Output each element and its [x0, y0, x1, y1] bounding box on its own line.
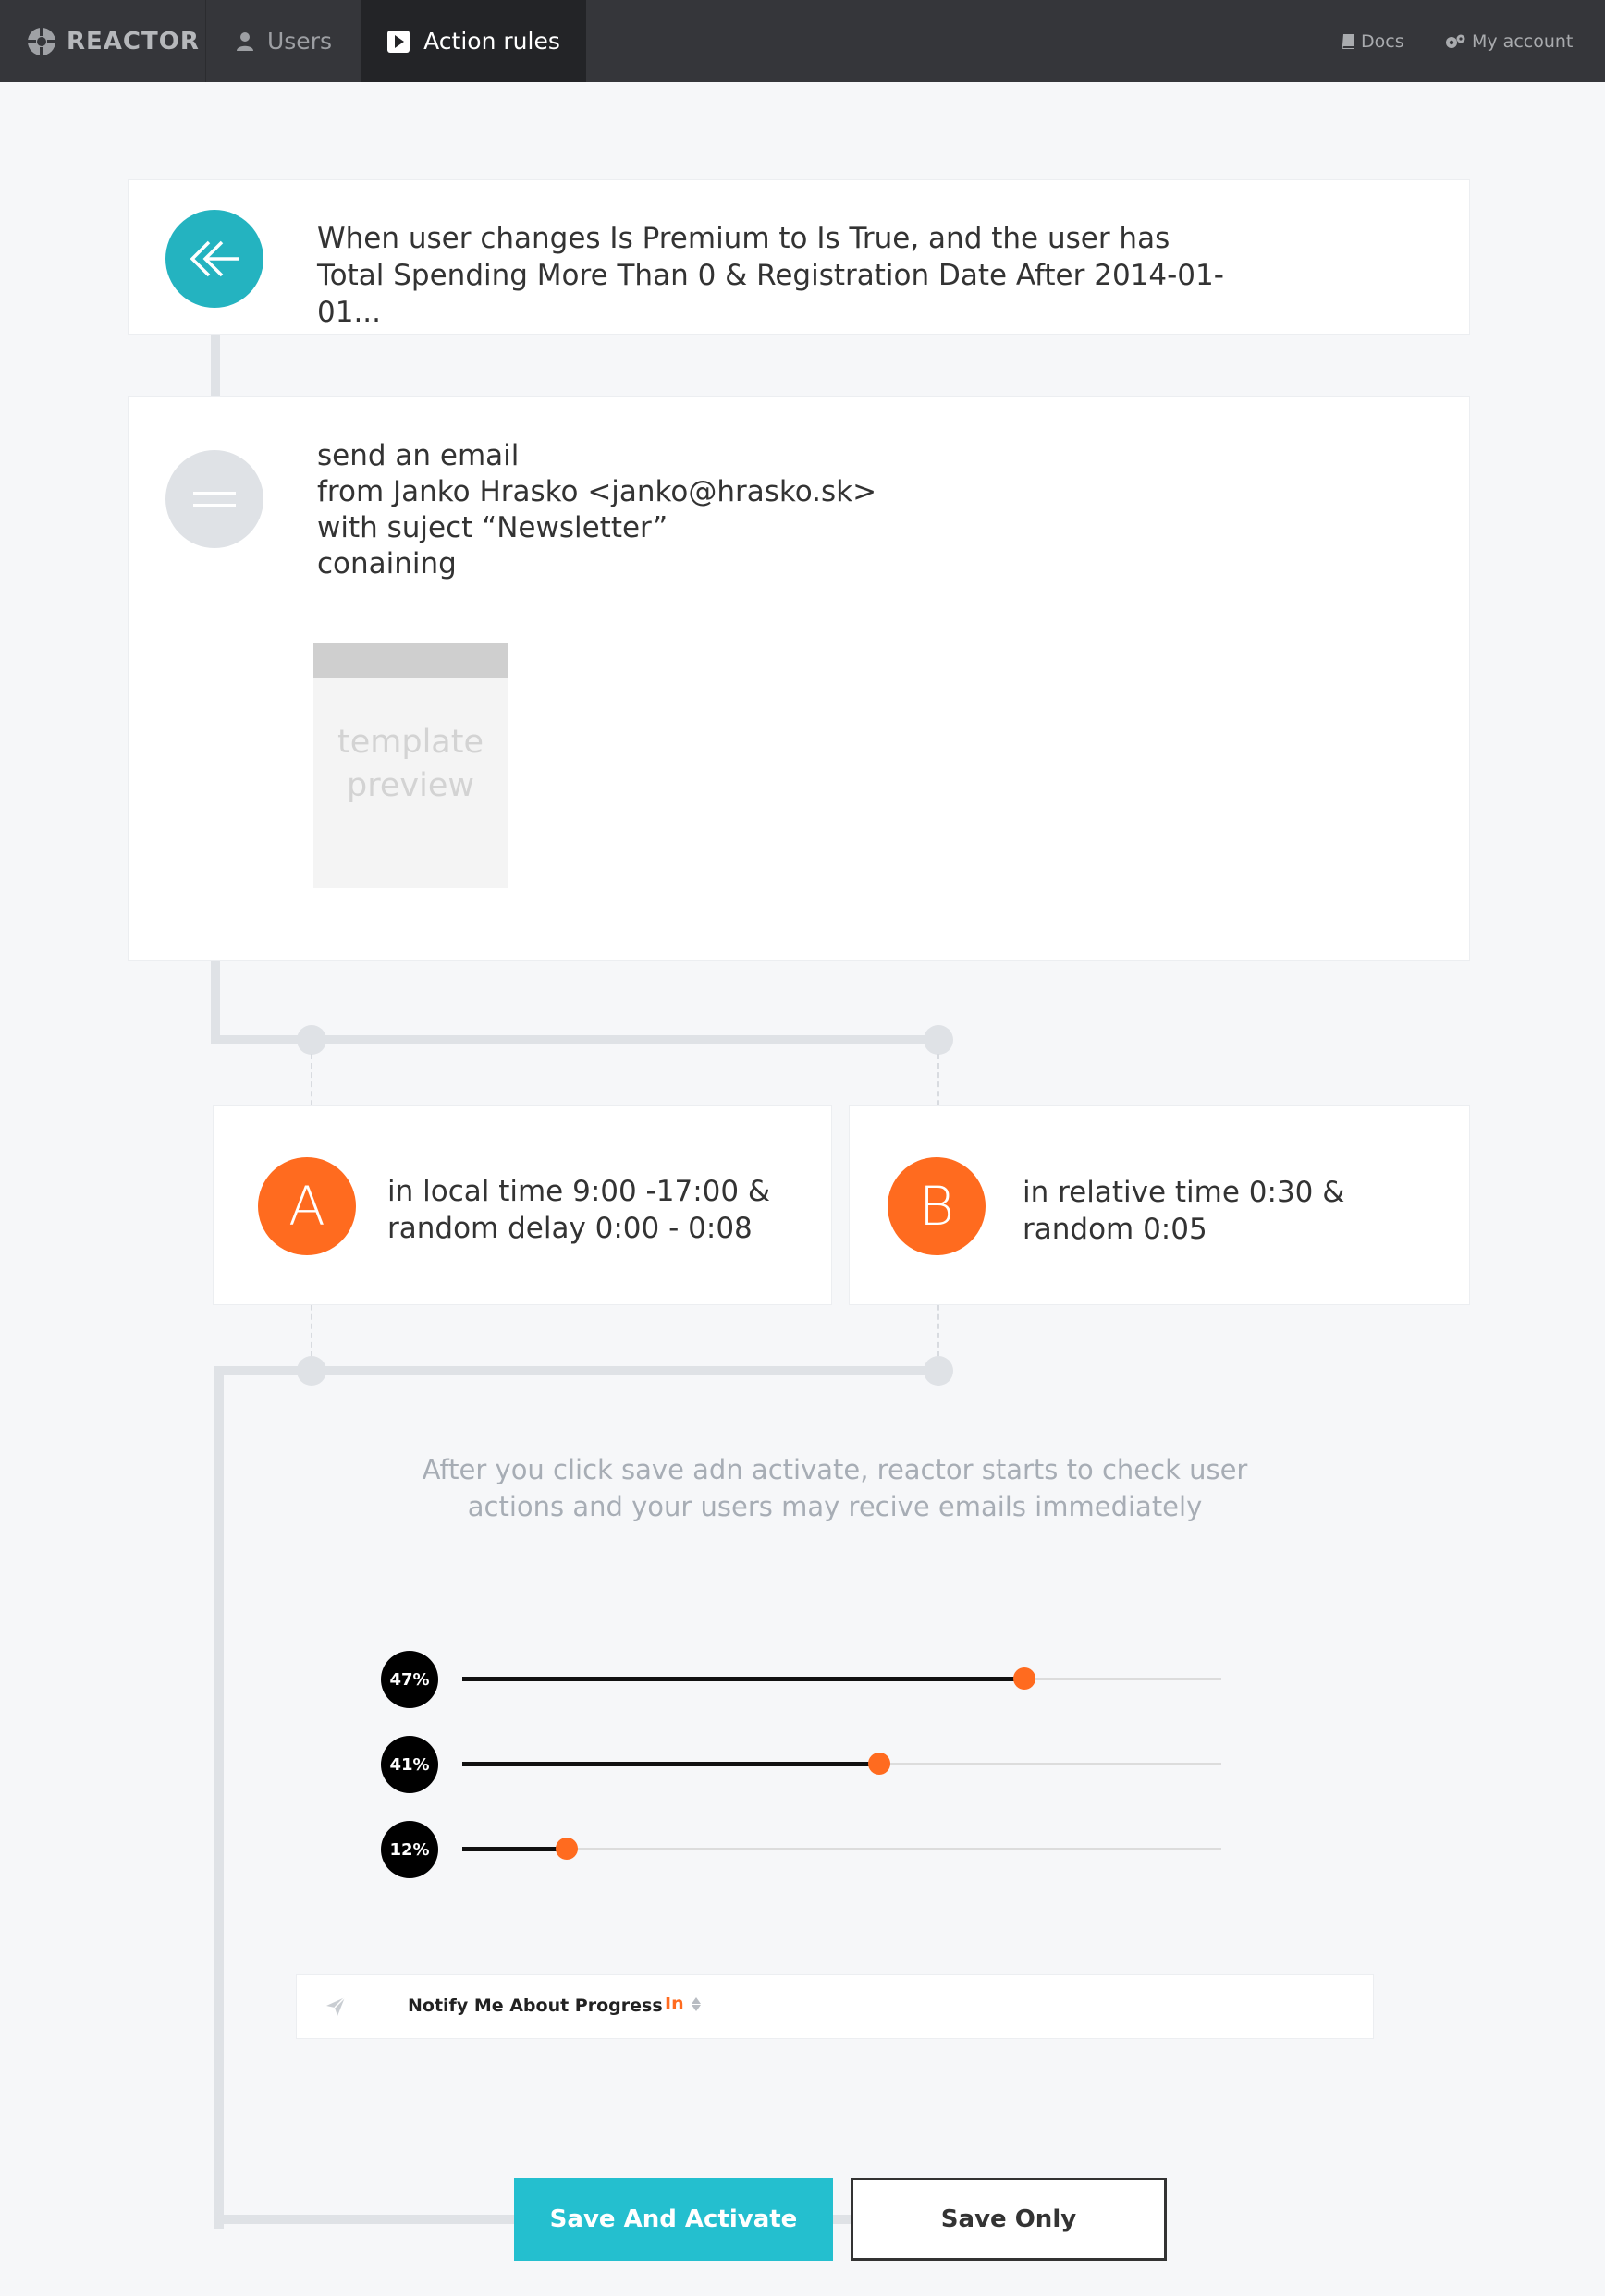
branch-a-description: in local time 9:00 -17:00 & random delay… — [387, 1173, 770, 1247]
trigger-description: When user changes Is Premium to Is True,… — [317, 222, 1224, 329]
branch-a-line-2: random delay 0:00 - 0:08 — [387, 1212, 753, 1245]
progress-slider-1-fill — [462, 1677, 1024, 1681]
tab-action-rules[interactable]: Action rules — [361, 0, 586, 82]
select-arrows-icon — [691, 1997, 701, 2011]
progress-slider-3-thumb[interactable] — [556, 1838, 579, 1860]
paper-plane-icon — [326, 1997, 346, 2016]
branch-b-badge: B — [888, 1157, 986, 1255]
email-line-action: send an email — [317, 439, 520, 472]
branch-a-line-1: in local time 9:00 -17:00 & — [387, 1175, 771, 1208]
user-icon — [236, 31, 253, 51]
progress-slider-1[interactable] — [462, 1667, 1221, 1690]
docs-label: Docs — [1361, 31, 1404, 52]
activation-info-text: After you click save adn activate, react… — [422, 1454, 1248, 1522]
email-line-subject: with suject “Newsletter” — [317, 511, 668, 544]
my-account-label: My account — [1472, 31, 1574, 52]
trigger-node[interactable] — [165, 210, 263, 308]
progress-slider-1-thumb[interactable] — [1012, 1667, 1035, 1690]
email-action-details: send an email from Janko Hrasko <janko@h… — [317, 438, 876, 582]
save-and-activate-button[interactable]: Save And Activate — [514, 2178, 833, 2261]
double-chevron-left-icon — [190, 240, 239, 277]
email-line-sender: from Janko Hrasko <janko@hrasko.sk> — [317, 475, 877, 508]
my-account-link[interactable]: My account — [1444, 0, 1573, 82]
branch-a-badge: A — [258, 1157, 356, 1255]
notify-progress-value: In — [665, 1994, 684, 2014]
docs-link[interactable]: Docs — [1341, 0, 1404, 82]
branch-b-line-2: random 0:05 — [1023, 1213, 1207, 1246]
progress-slider-2-thumb[interactable] — [867, 1753, 890, 1775]
notify-progress-row: Notify Me About Progress In — [296, 1974, 1374, 2039]
branch-b-line-1: in relative time 0:30 & — [1023, 1176, 1345, 1209]
flow-line-bottom-vertical — [214, 1366, 224, 2229]
book-icon — [1342, 33, 1354, 49]
tab-action-rules-label: Action rules — [423, 28, 560, 55]
progress-badge-2: 41% — [381, 1736, 438, 1793]
template-preview-header — [313, 643, 508, 678]
email-action-node[interactable] — [165, 450, 263, 548]
progress-badge-3: 12% — [381, 1821, 438, 1878]
top-navigation-bar: REACTOR Users Action rules Docs My accou… — [0, 0, 1605, 82]
tab-users-label: Users — [266, 28, 332, 55]
split-node-a — [297, 1025, 326, 1055]
notify-progress-label: Notify Me About Progress — [408, 1996, 663, 2016]
notify-progress-select[interactable]: In — [665, 1994, 701, 2014]
branch-b-description: in relative time 0:30 & random 0:05 — [1023, 1174, 1344, 1248]
save-only-button[interactable]: Save Only — [851, 2178, 1167, 2261]
gears-icon — [1446, 34, 1465, 48]
brand-name: REACTOR — [67, 27, 200, 55]
email-line-containing: conaining — [317, 547, 457, 580]
progress-slider-3-fill — [462, 1847, 568, 1851]
brand-logo[interactable]: REACTOR — [26, 0, 200, 82]
progress-slider-2-fill — [462, 1762, 879, 1766]
progress-badge-1: 47% — [381, 1651, 438, 1708]
tab-users[interactable]: Users — [205, 0, 362, 82]
template-preview-label: template preview — [337, 724, 484, 804]
flow-line-merge-horizontal — [214, 1366, 941, 1375]
equals-icon — [193, 492, 236, 507]
progress-slider-3[interactable] — [462, 1838, 1221, 1860]
template-preview[interactable]: template preview — [313, 643, 508, 888]
reactor-logo-icon — [28, 27, 55, 55]
split-node-b — [924, 1025, 953, 1055]
play-icon — [387, 30, 410, 53]
progress-slider-2[interactable] — [462, 1753, 1221, 1775]
